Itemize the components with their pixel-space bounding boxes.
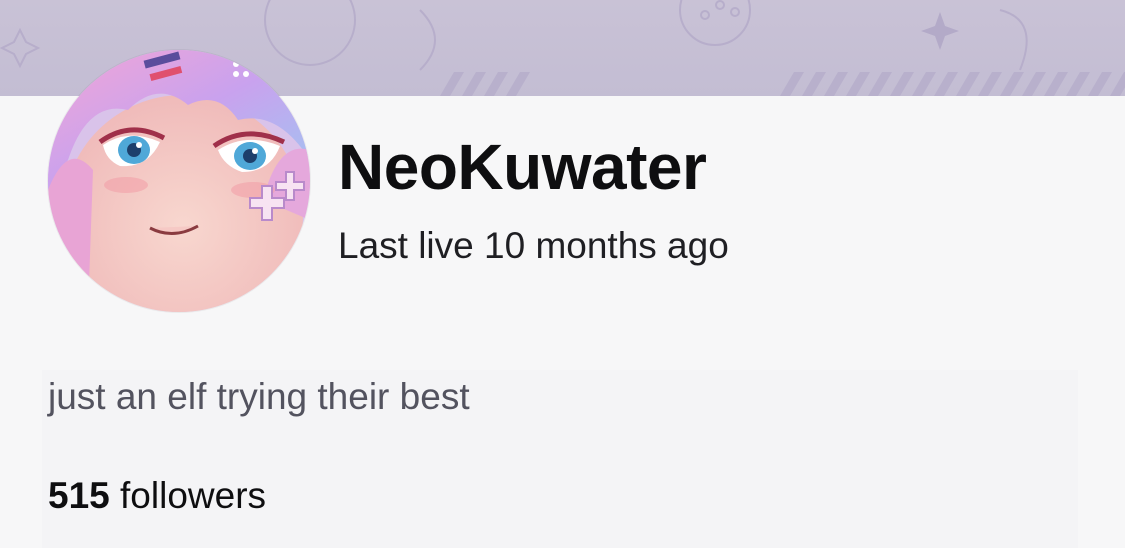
followers-number: 515: [48, 475, 110, 516]
channel-bio: just an elf trying their best: [48, 376, 470, 417]
last-live-status: Last live 10 months ago: [338, 225, 729, 266]
anime-girl-avatar-icon[interactable]: [48, 50, 310, 312]
channel-name[interactable]: NeoKuwater: [338, 130, 707, 204]
followers-label: followers: [120, 475, 267, 516]
followers-count: 515 followers: [48, 475, 266, 517]
